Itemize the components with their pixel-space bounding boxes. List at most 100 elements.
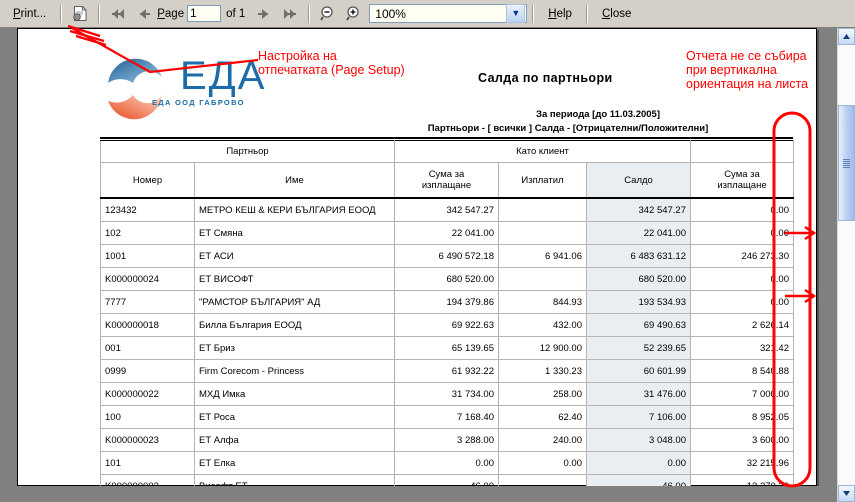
row-balance: 680 520.00 (586, 267, 691, 291)
row-number: 123432 (100, 197, 195, 222)
row-amount-due: 46.00 (394, 474, 499, 486)
row-amount-due: 69 922.63 (394, 313, 499, 337)
row-name: ЕТ АСИ (194, 244, 395, 268)
logo-wordmark: ЕДА (180, 54, 267, 98)
table-row: 101 ЕТ Елка 0.00 0.00 0.00 32 215.96 (100, 451, 794, 475)
row-paid (498, 221, 587, 245)
table-row: K000000003 Висофт ЕТ 46.00 46.00 13 270.20 (100, 474, 794, 486)
row-amount-due: 194 379.86 (394, 290, 499, 314)
chevron-down-icon[interactable] (838, 485, 855, 502)
row-balance: 22 041.00 (586, 221, 691, 245)
row-paid: 844.93 (498, 290, 587, 314)
row-paid: 6 941.06 (498, 244, 587, 268)
row-paid: 0.00 (498, 451, 587, 475)
col-header-name: Име (194, 162, 395, 199)
scrollbar-track[interactable] (838, 45, 855, 485)
row-number: 1001 (100, 244, 195, 268)
chevron-up-icon[interactable] (838, 28, 855, 45)
row-amount-due-2: 2 626.14 (690, 313, 794, 337)
row-name: МЕТРО КЕШ & КЕРИ БЪЛГАРИЯ ЕООД (194, 197, 395, 222)
row-amount-due-2: 3 600.00 (690, 428, 794, 452)
print-button[interactable]: Print... (4, 2, 55, 26)
row-paid: 258.00 (498, 382, 587, 406)
logo-subtitle: ЕДА ООД ГАБРОВО (152, 98, 245, 107)
page-label: Page (157, 7, 185, 20)
toolbar-separator (98, 4, 101, 23)
print-preview-area[interactable]: ЕДА ЕДА ООД ГАБРОВО Салда по партньори З… (0, 28, 838, 486)
print-preview-toolbar: Print... Page of 1 (0, 0, 855, 28)
row-amount-due: 0.00 (394, 451, 499, 475)
toolbar-separator (585, 4, 588, 23)
row-amount-due-2: 8 540.88 (690, 359, 794, 383)
annotation-orientation: Отчета не се събира при вертикална ориен… (686, 49, 808, 91)
row-balance: 69 490.63 (586, 313, 691, 337)
row-amount-due: 6 490 572.18 (394, 244, 499, 268)
row-name: Висофт ЕТ (194, 474, 395, 486)
row-balance: 3 048.00 (586, 428, 691, 452)
row-name: ЕТ Роса (194, 405, 395, 429)
row-paid: 1 330.23 (498, 359, 587, 383)
row-number: 0999 (100, 359, 195, 383)
row-name: "РАМСТОР БЪЛГАРИЯ" АД (194, 290, 395, 314)
row-balance: 0.00 (586, 451, 691, 475)
row-paid: 62.40 (498, 405, 587, 429)
row-amount-due-2: 13 270.20 (690, 474, 794, 486)
chevron-down-icon[interactable]: ▼ (506, 4, 526, 23)
report-page: ЕДА ЕДА ООД ГАБРОВО Салда по партньори З… (17, 28, 817, 486)
col-header-number: Номер (100, 162, 195, 199)
row-number: 101 (100, 451, 195, 475)
table-row: 001 ЕТ Бриз 65 139.65 12 900.00 52 239.65 321… (100, 336, 794, 360)
table-row: 102 ЕТ Смяна 22 041.00 22 041.00 0.00 (100, 221, 794, 245)
scroll-thumb[interactable] (838, 105, 855, 221)
row-amount-due-2: 246 273.30 (690, 244, 794, 268)
help-button[interactable]: Help (539, 2, 581, 26)
row-number: 001 (100, 336, 195, 360)
table-row: 0999 Firm Corecom - Princess 61 932.22 1 33… (100, 359, 794, 383)
row-amount-due: 7 168.40 (394, 405, 499, 429)
row-amount-due-2: 0.00 (690, 197, 794, 222)
toolbar-separator (308, 4, 311, 23)
table-row: 7777 "РАМСТОР БЪЛГАРИЯ" АД 194 379.86 844.9… (100, 290, 794, 314)
report-filter: Партньори - [ всички ] Салда - [Отрицате… (427, 123, 709, 134)
row-name: Firm Corecom - Princess (194, 359, 395, 383)
toolbar-separator (532, 4, 535, 23)
row-amount-due: 31 734.00 (394, 382, 499, 406)
table-column-header-row: Номер Име Сума за изплащане Изплатил Салд… (100, 162, 794, 199)
row-number: K000000023 (100, 428, 195, 452)
row-amount-due: 22 041.00 (394, 221, 499, 245)
row-amount-due-2: 7 000.00 (690, 382, 794, 406)
row-number: K000000018 (100, 313, 195, 337)
zoom-level-value: 100% (375, 6, 406, 21)
col-header-balance: Салдо (586, 162, 691, 199)
group-header-partner: Партньор (100, 140, 395, 163)
row-amount-due: 680 520.00 (394, 267, 499, 291)
close-button[interactable]: Close (593, 2, 640, 26)
col-header-amount-due-2: Сума за изплащане (690, 162, 794, 199)
page-number-input[interactable] (187, 5, 222, 22)
zoom-level-combobox[interactable]: 100% ▼ (369, 4, 528, 23)
row-name: МХД Имка (194, 382, 395, 406)
next-page-icon[interactable] (251, 2, 277, 26)
row-paid (498, 267, 587, 291)
row-paid: 240.00 (498, 428, 587, 452)
row-name: ЕТ Смяна (194, 221, 395, 245)
row-number: K000000022 (100, 382, 195, 406)
row-amount-due: 342 547.27 (394, 197, 499, 222)
row-amount-due-2: 32 215.96 (690, 451, 794, 475)
row-amount-due-2: 0.00 (690, 267, 794, 291)
prev-page-icon[interactable] (131, 2, 157, 26)
page-setup-icon[interactable] (67, 2, 93, 26)
first-page-icon[interactable] (105, 2, 131, 26)
row-paid (498, 197, 587, 222)
col-header-amount-due: Сума за изплащане (394, 162, 499, 199)
vertical-scrollbar[interactable] (837, 28, 855, 502)
header-divider (100, 137, 793, 139)
zoom-out-icon[interactable] (315, 2, 341, 26)
scroll-thumb-grip (843, 158, 850, 168)
row-balance: 46.00 (586, 474, 691, 486)
annotation-page-setup: Настройка на отпечатката (Page Setup) (258, 49, 405, 77)
row-name: ЕТ Алфа (194, 428, 395, 452)
zoom-in-icon[interactable] (341, 2, 367, 26)
last-page-icon[interactable] (277, 2, 303, 26)
row-name: ЕТ Елка (194, 451, 395, 475)
